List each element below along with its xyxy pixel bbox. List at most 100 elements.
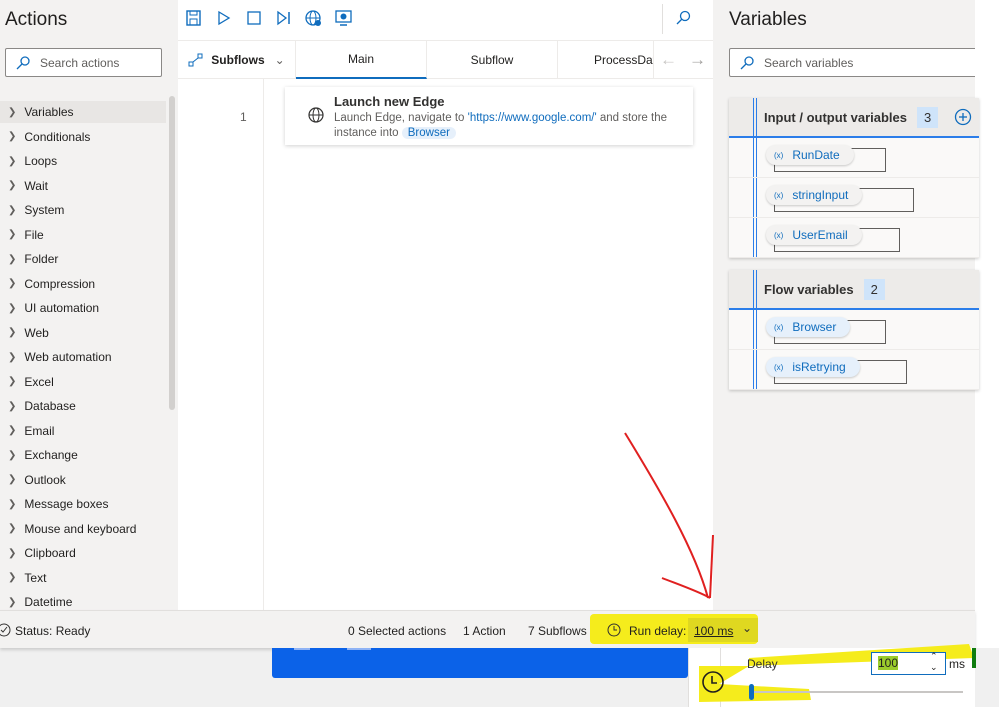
spin-up-icon[interactable]: ⌃: [930, 651, 938, 662]
action-category-label: Exchange: [24, 448, 78, 462]
action-category-exchange[interactable]: ❯ Exchange: [0, 444, 166, 466]
chevron-down-icon[interactable]: ⌄: [742, 621, 752, 635]
status-bar: Status: Ready 0 Selected actions 1 Actio…: [0, 610, 975, 648]
flow-variables-count: 2: [863, 278, 885, 300]
chevron-right-icon: ❯: [8, 498, 17, 510]
run-delay-popup: Delay 100 ⌃ ⌄ ms: [688, 644, 976, 707]
status-text: Status: Ready: [15, 624, 91, 638]
flow-variables-label: Flow variables: [764, 281, 854, 297]
variable-isRetrying[interactable]: (x) isRetrying: [766, 357, 860, 377]
variable-stringInput[interactable]: (x) stringInput: [766, 185, 863, 205]
action-category-outlook[interactable]: ❯ Outlook: [0, 469, 166, 491]
action-category-label: Compression: [24, 276, 96, 291]
action-category-excel[interactable]: ❯ Excel: [0, 371, 166, 393]
section-guide: [753, 310, 757, 349]
action-category-web[interactable]: ❯ Web: [0, 322, 166, 344]
action-category-web-automation[interactable]: ❯ Web automation: [0, 346, 166, 368]
variable-name: stringInput: [792, 188, 849, 202]
action-category-message-boxes[interactable]: ❯ Message boxes: [0, 493, 166, 515]
action-category-wait[interactable]: ❯ Wait: [0, 175, 166, 197]
delay-slider[interactable]: [749, 691, 963, 693]
action-category-folder[interactable]: ❯ Folder: [0, 248, 166, 270]
run-icon[interactable]: [217, 10, 231, 26]
action-category-loops[interactable]: ❯ Loops: [0, 150, 166, 172]
variable-row: (x) UserEmail: [729, 218, 979, 258]
tab-processdata[interactable]: ProcessData: [558, 41, 654, 79]
variable-RunDate[interactable]: (x) RunDate: [766, 145, 854, 165]
variable-Browser[interactable]: (x) Browser: [766, 317, 851, 337]
action-category-label: Wait: [24, 178, 48, 193]
io-variables-label: Input / output variables: [764, 109, 908, 125]
stop-icon[interactable]: [246, 10, 262, 26]
action-category-text[interactable]: ❯ Text: [0, 567, 166, 589]
variable-token: Browser: [401, 127, 456, 139]
search-actions-input[interactable]: Search actions: [5, 48, 162, 77]
search-icon: [740, 55, 754, 69]
search-icon[interactable]: [675, 10, 691, 26]
chevron-right-icon: ❯: [8, 204, 17, 216]
action-category-conditionals[interactable]: ❯ Conditionals: [0, 126, 166, 148]
delay-slider-thumb[interactable]: [749, 684, 754, 700]
subflows-dropdown[interactable]: Subflows ⌄: [178, 41, 296, 79]
search-variables-input[interactable]: Search variables: [729, 48, 979, 77]
chevron-right-icon: ❯: [8, 376, 17, 387]
tab-main[interactable]: Main: [296, 41, 427, 79]
edge-mark: [972, 648, 976, 668]
chevron-right-icon: ❯: [8, 474, 17, 485]
action-category-ui-automation[interactable]: ❯ UI automation: [0, 297, 166, 319]
add-variable-icon[interactable]: [954, 108, 972, 126]
delay-input[interactable]: 100 ⌃ ⌄: [871, 651, 946, 675]
actions-scrollbar[interactable]: [169, 96, 175, 410]
action-category-system[interactable]: ❯ System: [0, 199, 166, 221]
check-circle-icon: [0, 623, 11, 637]
clock-icon: [607, 623, 621, 637]
section-guide: [753, 178, 757, 217]
web-recorder-icon[interactable]: [305, 10, 322, 27]
io-variables-count: 3: [917, 106, 939, 128]
action-category-label: Web automation: [24, 350, 112, 364]
variable-row: (x) RunDate: [729, 138, 979, 178]
action-category-file[interactable]: ❯ File: [0, 224, 166, 246]
actions-pane: Actions Search actions ❯ Variables ❯ Condit…: [0, 0, 178, 610]
action-category-label: Excel: [24, 374, 54, 389]
section-guide: [753, 350, 757, 389]
spin-down-icon[interactable]: ⌄: [930, 662, 938, 673]
bar-mark: [294, 648, 310, 650]
variable-row: (x) stringInput: [729, 178, 979, 218]
action-card-launch-edge[interactable]: Launch new Edge Launch Edge, navigate to…: [285, 87, 693, 145]
clock-icon: [702, 671, 724, 693]
actions-count: 1 Action: [463, 624, 506, 638]
action-category-label: System: [24, 203, 65, 217]
tab-subflow[interactable]: Subflow: [427, 41, 558, 79]
action-category-clipboard[interactable]: ❯ Clipboard: [0, 542, 166, 564]
run-delay-value[interactable]: 100 ms: [694, 624, 733, 638]
delay-unit: ms: [949, 657, 965, 671]
variable-icon: (x): [774, 362, 784, 372]
search-actions-placeholder: Search actions: [40, 55, 120, 70]
variable-name: UserEmail: [792, 228, 848, 242]
actions-title: Actions: [5, 9, 68, 30]
variable-row: (x) isRetrying: [729, 350, 979, 390]
action-category-database[interactable]: ❯ Database: [0, 395, 166, 417]
action-category-variables[interactable]: ❯ Variables: [0, 101, 166, 123]
selected-actions-count: 0 Selected actions: [348, 624, 447, 638]
arrow-right-icon[interactable]: →: [689, 50, 706, 70]
chevron-right-icon: ❯: [8, 400, 17, 412]
action-category-compression[interactable]: ❯ Compression: [0, 273, 166, 295]
run-delay-label: Run delay:: [629, 624, 687, 638]
action-url: 'https://www.google.com/': [467, 112, 597, 124]
action-category-mouse-and-keyboard[interactable]: ❯ Mouse and keyboard: [0, 518, 166, 540]
chevron-right-icon: ❯: [8, 572, 17, 583]
chevron-right-icon: ❯: [8, 327, 17, 338]
arrow-left-icon[interactable]: ←: [660, 50, 677, 70]
run-next-action-icon[interactable]: [276, 10, 292, 26]
chevron-right-icon: ❯: [8, 449, 17, 461]
variable-UserEmail[interactable]: (x) UserEmail: [766, 225, 862, 245]
save-icon[interactable]: [186, 10, 202, 26]
action-category-label: Text: [24, 570, 47, 585]
action-category-label: Folder: [24, 252, 59, 266]
desktop-recorder-icon[interactable]: [335, 10, 352, 27]
action-category-label: Email: [24, 423, 55, 438]
action-category-email[interactable]: ❯ Email: [0, 420, 166, 442]
toolbar-divider: [662, 4, 663, 34]
